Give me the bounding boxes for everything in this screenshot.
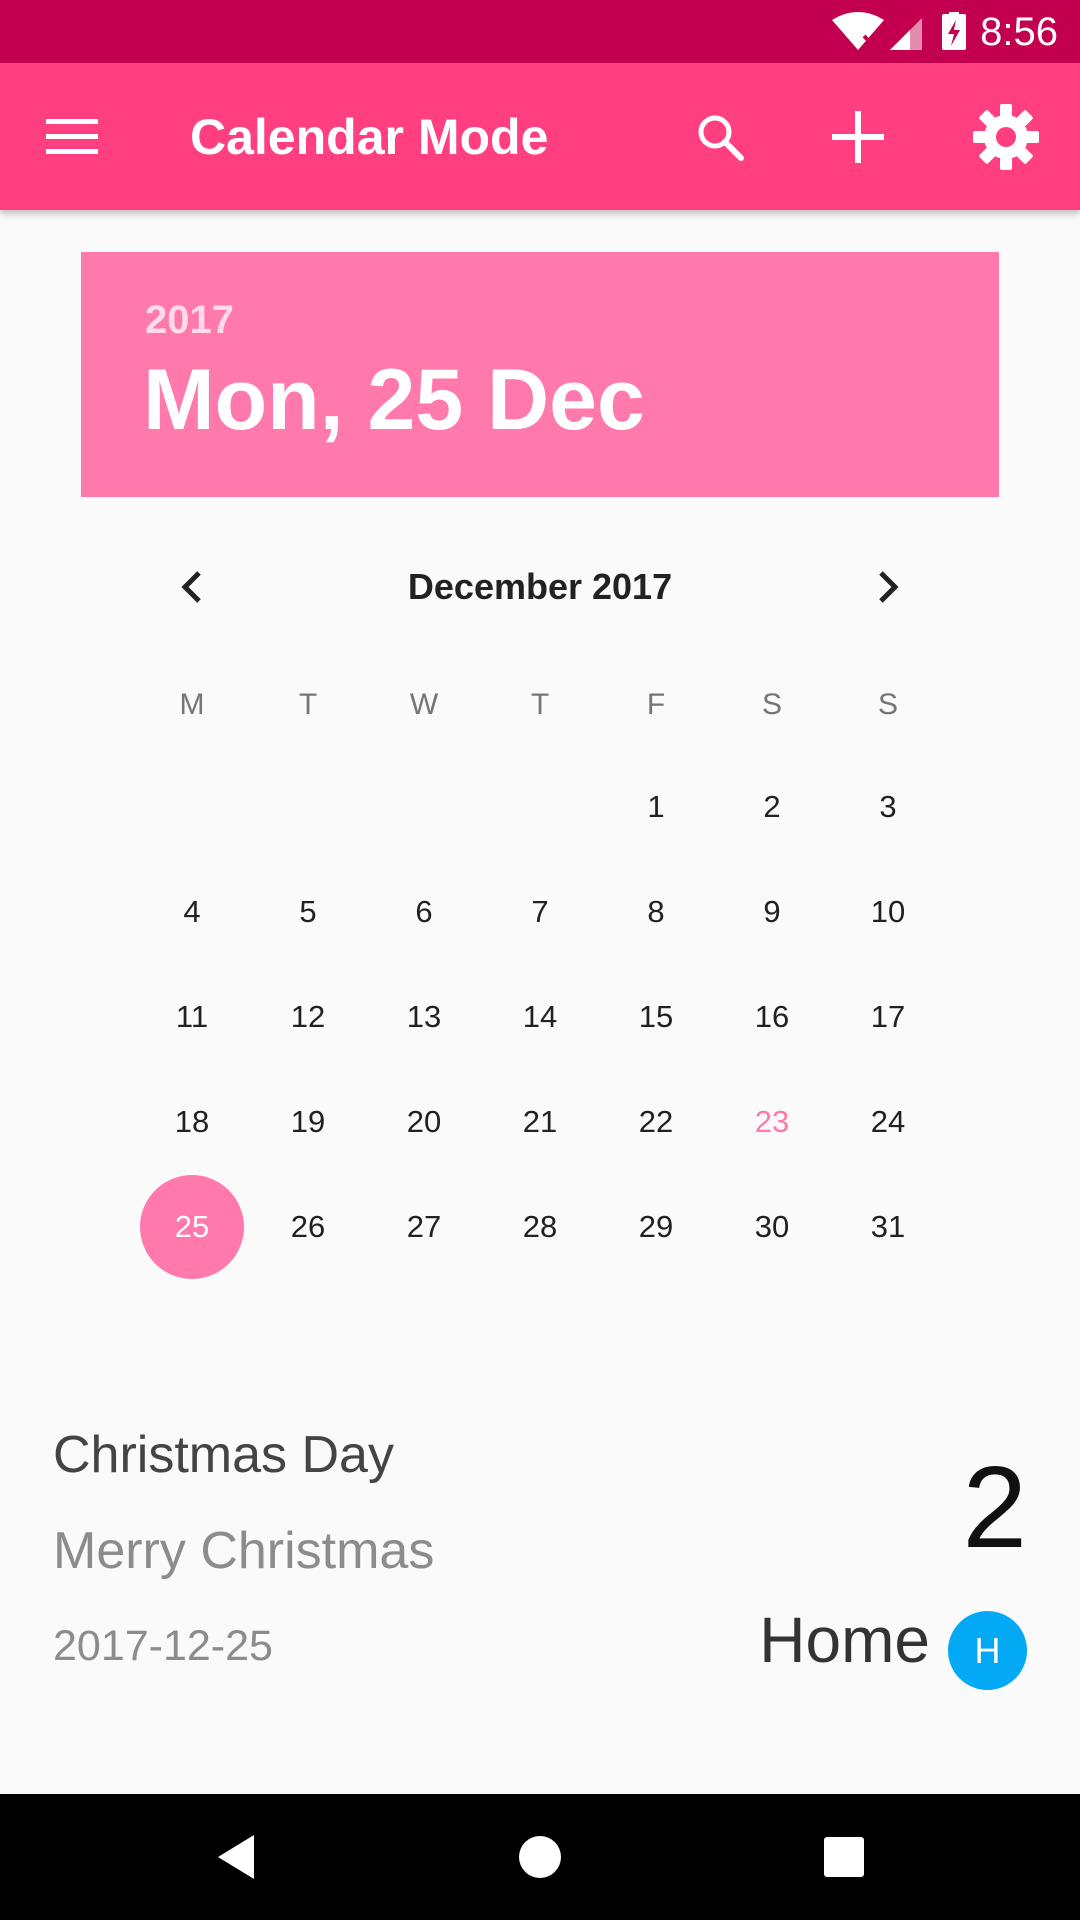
event-date[interactable]: 2017-12-25: [53, 1620, 273, 1672]
calendar-day[interactable]: 3: [836, 755, 940, 859]
calendar-day[interactable]: 6: [372, 860, 476, 964]
calendar-day[interactable]: 5: [256, 860, 360, 964]
calendar-day[interactable]: 31: [836, 1175, 940, 1279]
selected-date-header: 2017 Mon, 25 Dec: [81, 252, 999, 497]
calendar-day[interactable]: 26: [256, 1175, 360, 1279]
calendar-day[interactable]: 4: [140, 860, 244, 964]
event-calendar-name: Home: [759, 1604, 930, 1676]
weekday-label: T: [298, 688, 318, 721]
home-icon[interactable]: [508, 1825, 572, 1889]
battery-charging-icon: [942, 10, 966, 50]
signal-icon: [890, 18, 922, 50]
calendar-day-today[interactable]: 23: [720, 1070, 824, 1174]
header-date[interactable]: Mon, 25 Dec: [143, 350, 645, 450]
calendar-day[interactable]: 20: [372, 1070, 476, 1174]
calendar-day[interactable]: 18: [140, 1070, 244, 1174]
calendar-day[interactable]: 27: [372, 1175, 476, 1279]
navigation-bar: [0, 1794, 1080, 1920]
calendar-day[interactable]: 30: [720, 1175, 824, 1279]
calendar-day[interactable]: 29: [604, 1175, 708, 1279]
calendar-day[interactable]: 2: [720, 755, 824, 859]
calendar-day[interactable]: 9: [720, 860, 824, 964]
calendar-day[interactable]: 11: [140, 965, 244, 1069]
status-icons: [830, 10, 970, 52]
event-description[interactable]: Merry Christmas: [53, 1521, 434, 1581]
calendar-day-selected[interactable]: 25: [140, 1175, 244, 1279]
weekday-label: F: [646, 688, 666, 721]
calendar-grid: 1 2 3 4 5 6 7 8 9 10 11 12 13 14 15 16 17 18 19 20 21 22 23 24 2…: [134, 755, 946, 1280]
chevron-right-icon[interactable]: [856, 555, 920, 619]
header-year[interactable]: 2017: [145, 296, 234, 344]
month-navigation: December 2017: [0, 545, 1080, 625]
recents-icon[interactable]: [812, 1825, 876, 1889]
calendar-day[interactable]: 13: [372, 965, 476, 1069]
back-icon[interactable]: [204, 1825, 268, 1889]
weekday-label: M: [179, 688, 205, 721]
status-time: 8:56: [980, 10, 1058, 54]
weekday-label: T: [530, 688, 550, 721]
calendar-day[interactable]: 16: [720, 965, 824, 1069]
event-title[interactable]: Christmas Day: [53, 1425, 394, 1485]
calendar-day[interactable]: 19: [256, 1070, 360, 1174]
app-bar: Calendar Mode: [0, 63, 1080, 210]
search-icon[interactable]: [672, 89, 768, 185]
status-bar: 8:56: [0, 0, 1080, 63]
calendar-day[interactable]: 22: [604, 1070, 708, 1174]
wifi-icon: [832, 12, 884, 50]
weekday-label: S: [877, 688, 898, 721]
calendar-day[interactable]: 1: [604, 755, 708, 859]
calendar-day[interactable]: 14: [488, 965, 592, 1069]
avatar-letter: H: [974, 1629, 1001, 1671]
event-count: 2: [962, 1442, 1027, 1572]
calendar-day[interactable]: 21: [488, 1070, 592, 1174]
calendar-day[interactable]: 8: [604, 860, 708, 964]
calendar-day[interactable]: 24: [836, 1070, 940, 1174]
calendar-day[interactable]: 28: [488, 1175, 592, 1279]
weekday-label: S: [761, 688, 782, 721]
calendar-day[interactable]: 7: [488, 860, 592, 964]
menu-icon[interactable]: [24, 89, 120, 185]
calendar-day[interactable]: 17: [836, 965, 940, 1069]
add-icon[interactable]: [810, 89, 906, 185]
calendar-day[interactable]: 12: [256, 965, 360, 1069]
calendar-day[interactable]: 15: [604, 965, 708, 1069]
settings-icon[interactable]: [958, 89, 1054, 185]
calendar-day[interactable]: 10: [836, 860, 940, 964]
avatar: H: [948, 1611, 1027, 1690]
weekday-header: MTWTFSS: [134, 680, 946, 730]
weekday-label: W: [409, 688, 439, 721]
app-title: Calendar Mode: [190, 109, 549, 165]
